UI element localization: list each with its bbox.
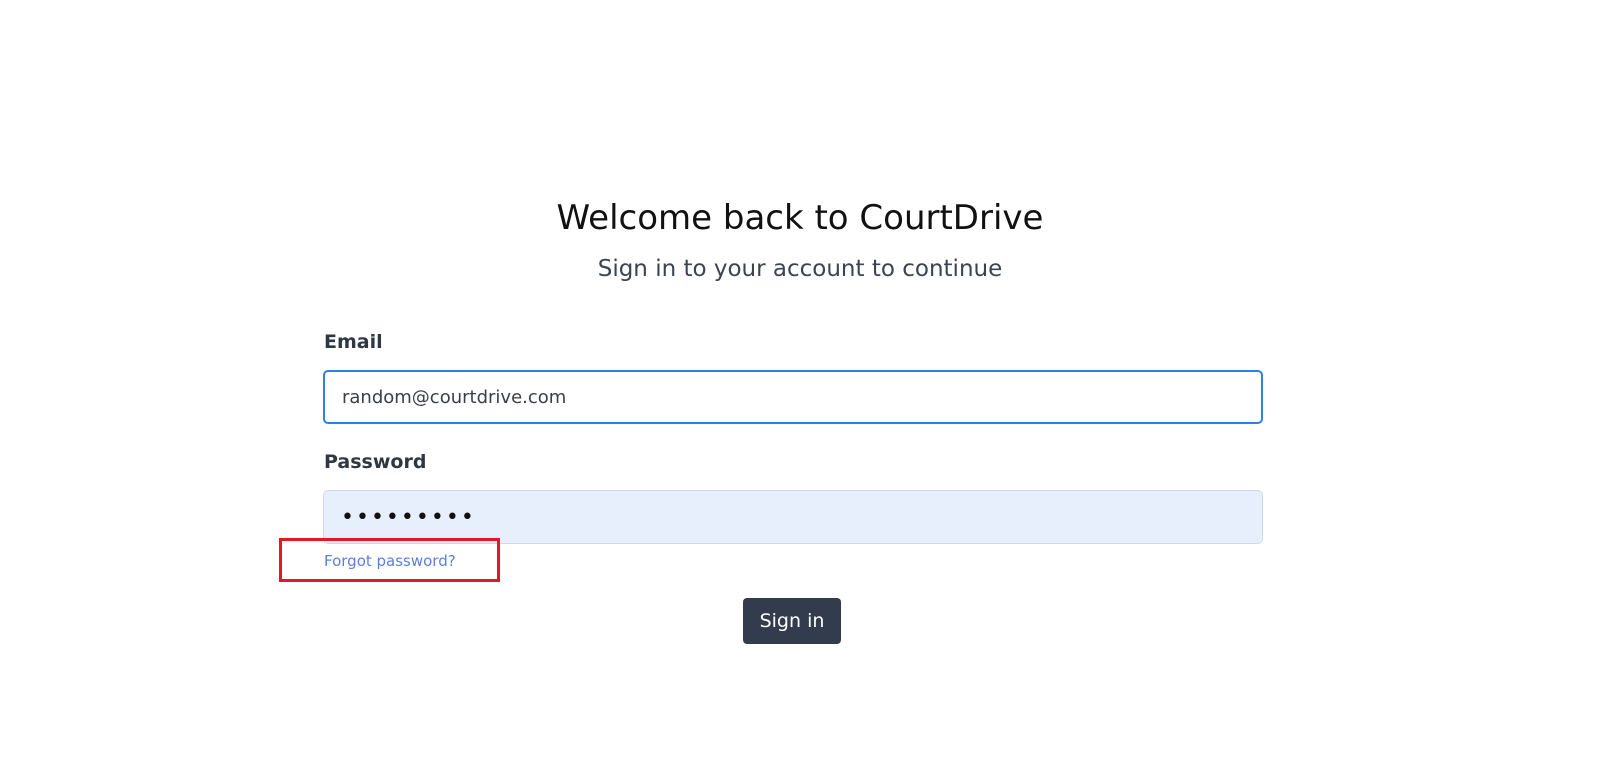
- password-label: Password: [324, 451, 427, 473]
- password-input[interactable]: [323, 490, 1263, 544]
- page-subtitle: Sign in to your account to continue: [597, 256, 1003, 282]
- sign-in-page: Welcome back to CourtDrive Sign in to yo…: [0, 0, 1600, 781]
- page-title: Welcome back to CourtDrive: [556, 198, 1044, 238]
- forgot-password-link[interactable]: Forgot password?: [324, 551, 456, 571]
- sign-in-button[interactable]: Sign in: [743, 598, 841, 644]
- email-input[interactable]: [323, 370, 1263, 424]
- email-label: Email: [324, 331, 383, 353]
